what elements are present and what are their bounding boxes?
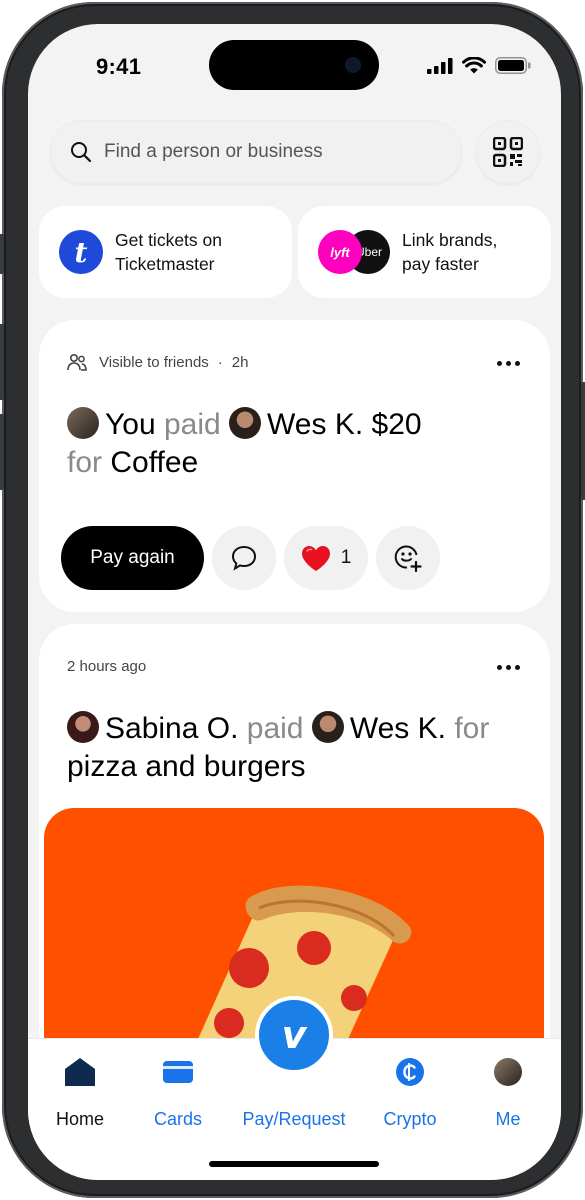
comment-button[interactable] [212,526,276,590]
search-icon [71,142,92,163]
promo-line1: Link brands, [402,230,498,250]
volume-down-button [0,414,4,490]
dynamic-island [209,40,379,90]
story-text: Sabina O. paid Wes K. for pizza and burg… [67,710,537,786]
ticketmaster-logo: t [59,230,103,274]
avatar [494,1058,522,1086]
more-options-icon[interactable] [497,361,520,366]
screen: 9:41 Find a person or business t Get tic… [28,24,561,1180]
promo-line2: pay faster [402,254,479,274]
story-payee[interactable]: Wes K. [267,408,363,441]
tab-me[interactable]: Me [470,1039,546,1130]
qr-code-icon [493,137,523,167]
signal-icon [427,57,453,74]
action-button [0,234,4,274]
meta-separator: · [217,353,223,371]
visibility-label: Visible to friends [99,353,209,371]
add-reaction-icon [394,545,422,573]
venmo-pay-button[interactable]: v [255,996,333,1074]
friends-icon [67,353,87,371]
story-verb: paid [163,408,221,441]
like-button[interactable]: 1 [284,526,368,590]
story-meta: 2 hours ago [67,658,146,675]
tab-label: Crypto [383,1109,437,1129]
tab-label: Pay/Request [242,1109,346,1129]
feed-card-coffee[interactable]: Visible to friends · 2h You paid Wes K. … [39,320,550,612]
story-for: for [454,712,490,745]
story-actions: Pay again 1 [61,526,440,590]
story-time: 2h [231,353,249,371]
story-amount: $20 [371,408,422,441]
promo-card-link-brands[interactable]: Uber lyft Link brands, pay faster [298,206,551,298]
crypto-icon [396,1058,424,1086]
phone-frame: 9:41 Find a person or business t Get tic… [0,2,585,1198]
tab-label: Me [495,1109,521,1129]
pay-again-button[interactable]: Pay again [61,526,204,590]
story-text: You paid Wes K. $20 for Coffee [67,406,537,482]
promo-line1: Get tickets on [115,230,222,250]
tab-home[interactable]: Home [42,1039,118,1130]
promo-line2: Ticketmaster [115,254,215,274]
more-options-icon[interactable] [497,665,520,670]
like-count: 1 [340,547,352,568]
avatar [311,711,344,743]
lyft-logo: lyft [318,230,362,274]
search-placeholder: Find a person or business [104,141,323,162]
power-button [581,382,585,500]
tab-crypto[interactable]: Crypto [372,1039,448,1130]
tab-label: Home [55,1109,104,1129]
volume-up-button [0,324,4,400]
tab-label: Cards [153,1109,202,1129]
story-payer[interactable]: Sabina O. [105,712,238,745]
story-time: 2 hours ago [67,658,147,675]
card-icon [163,1061,193,1083]
avatar [229,407,262,439]
story-verb: paid [246,712,304,745]
wifi-icon [462,57,486,74]
tab-cards[interactable]: Cards [140,1039,216,1130]
heart-icon [301,545,330,571]
search-input[interactable]: Find a person or business [50,120,462,184]
status-time: 9:41 [96,54,142,79]
home-icon [65,1058,95,1086]
avatar [67,711,99,743]
battery-icon [495,57,531,74]
story-payer[interactable]: You [105,408,156,441]
story-meta: Visible to friends · 2h [67,353,248,371]
story-for: for [67,446,103,479]
home-indicator [209,1161,379,1167]
qr-code-button[interactable] [476,120,540,184]
story-payee[interactable]: Wes K. [350,712,446,745]
promo-card-ticketmaster[interactable]: t Get tickets on Ticketmaster [39,206,292,298]
story-note: pizza and burgers [67,750,306,783]
add-reaction-button[interactable] [376,526,440,590]
status-icons [427,57,531,74]
brand-logos: Uber lyft [318,230,392,274]
story-note: Coffee [110,446,199,479]
avatar [67,407,99,439]
comment-icon [231,545,257,571]
